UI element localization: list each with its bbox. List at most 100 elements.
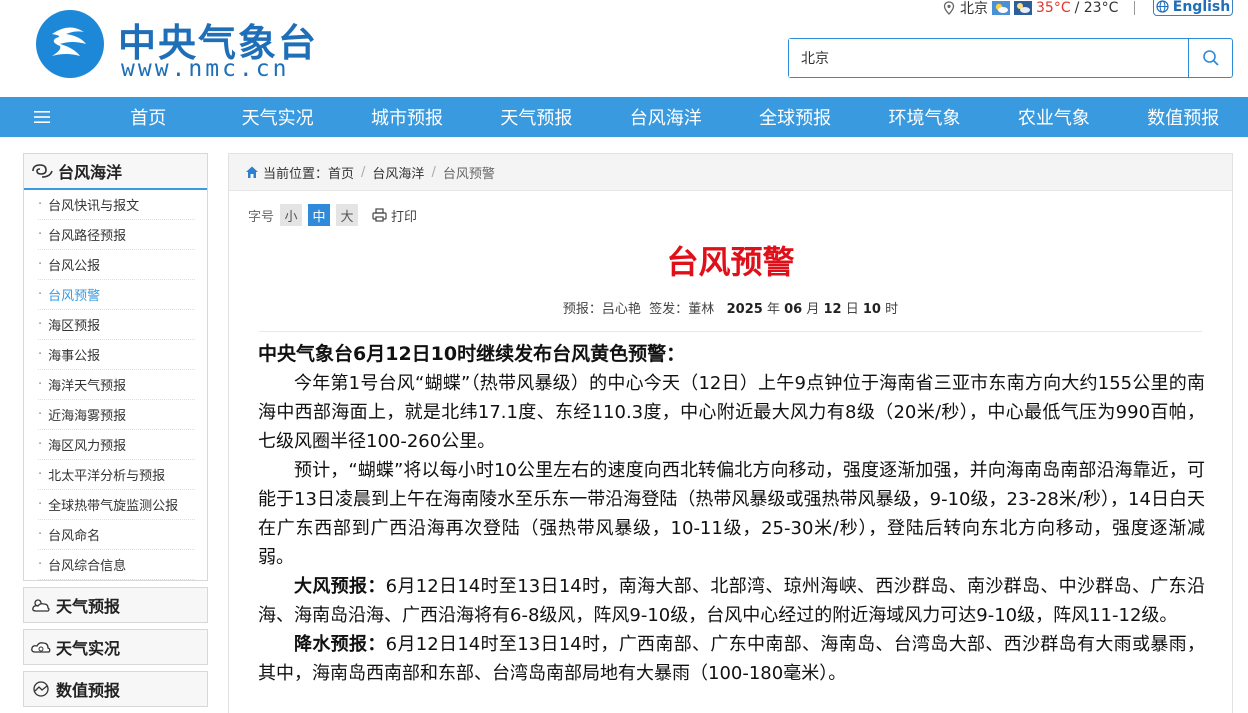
sidebar-section-typhoon: 台风海洋 台风快讯与报文 台风路径预报 台风公报 台风预警 海区预报 海事公报 … <box>23 153 208 581</box>
nav-weather-forecast[interactable]: 天气预报 <box>472 104 601 130</box>
sidebar-item-maritime-bulletin[interactable]: 海事公报 <box>38 340 195 370</box>
article-title: 台风预警 <box>666 243 795 281</box>
weather-summary: 北京 35°C / 23°C <box>942 0 1147 18</box>
sidebar-item-typhoon-info[interactable]: 台风综合信息 <box>38 550 195 580</box>
nav-typhoon-ocean[interactable]: 台风海洋 <box>601 104 730 130</box>
breadcrumb-current: 台风预警 <box>442 166 495 182</box>
cloud-refresh-icon <box>31 642 51 653</box>
wind-forecast-paragraph: 大风预报：6月12日14时至13日14时，南海大部、北部湾、琼州海峡、西沙群岛、… <box>258 572 1205 630</box>
nav-home[interactable]: 首页 <box>84 104 213 130</box>
typhoon-icon <box>32 164 53 178</box>
divider <box>259 331 1202 332</box>
issuer-name: 董林 <box>688 302 715 317</box>
breadcrumb-section[interactable]: 台风海洋 <box>372 163 424 182</box>
forecaster-name: 吕心艳 <box>601 302 641 317</box>
chart-icon <box>33 681 49 697</box>
sidebar-item-typhoon-warning[interactable]: 台风预警 <box>38 280 195 310</box>
unit-day: 日 <box>845 302 859 317</box>
wind-forecast-text: 6月12日14时至13日14时，南海大部、北部湾、琼州海峡、西沙群岛、南沙群岛、… <box>258 576 1206 626</box>
city-name[interactable]: 北京 <box>960 0 988 18</box>
divider <box>1134 1 1136 15</box>
sidebar-item-global-cyclone[interactable]: 全球热带气旋监测公报 <box>38 490 195 520</box>
search-icon <box>1202 50 1219 66</box>
article-headline: 中央气象台6月12日10时继续发布台风黄色预警： <box>258 343 686 365</box>
rain-forecast-label: 降水预报： <box>294 634 386 655</box>
globe-icon <box>1156 0 1169 13</box>
print-label: 打印 <box>391 209 418 225</box>
issue-year: 2025 <box>726 302 763 317</box>
cloudy-night-icon <box>1014 1 1032 15</box>
home-icon <box>246 166 258 178</box>
issue-day: 12 <box>823 302 842 317</box>
sidebar-section-header[interactable]: 台风海洋 <box>24 154 207 190</box>
breadcrumb-prefix: 当前位置： <box>263 166 329 182</box>
forecaster-label: 预报： <box>562 302 602 317</box>
breadcrumb-separator: / <box>361 164 366 180</box>
temp-high: 35°C <box>1036 0 1071 16</box>
article-meta: 预报：吕心艳 签发：董林 2025 年 06 月 12 日 10 时 <box>229 298 1232 317</box>
sidebar: 台风海洋 台风快讯与报文 台风路径预报 台风公报 台风预警 海区预报 海事公报 … <box>23 153 208 707</box>
wind-forecast-label: 大风预报： <box>294 576 386 597</box>
breadcrumb: 当前位置： 首页 / 台风海洋 / 台风预警 <box>229 154 1232 191</box>
main-nav: 首页 天气实况 城市预报 天气预报 台风海洋 全球预报 环境气象 农业气象 数值… <box>0 97 1248 137</box>
article-paragraph: 今年第1号台风“蝴蝶”（热带风暴级）的中心今天（12日）上午9点钟位于海南省三亚… <box>258 373 1205 452</box>
sidebar-category-weather-forecast[interactable]: 天气预报 <box>23 587 208 623</box>
article-body: 中央气象台6月12日10时继续发布台风黄色预警： 今年第1号台风“蝴蝶”（热带风… <box>258 339 1205 688</box>
menu-button[interactable] <box>0 110 84 124</box>
unit-month: 月 <box>806 302 820 317</box>
unit-year: 年 <box>766 302 780 317</box>
breadcrumb-separator: / <box>431 164 436 180</box>
rain-forecast-text: 6月12日14时至13日14时，广西南部、广东中南部、海南岛、台湾岛大部、西沙群… <box>258 634 1206 684</box>
sidebar-category-label: 数值预报 <box>56 681 121 700</box>
nav-observations[interactable]: 天气实况 <box>213 104 342 130</box>
sidebar-category-label: 天气预报 <box>56 597 121 616</box>
english-label: English <box>1172 0 1231 15</box>
site-header: 中央气象台 www.nmc.cn 北京 35°C / 23°C English <box>0 0 1248 97</box>
location-pin-icon <box>943 1 955 15</box>
font-medium-button[interactable]: 中 <box>308 204 331 226</box>
sidebar-category-numerical[interactable]: 数值预报 <box>23 671 208 707</box>
hamburger-icon <box>33 111 50 123</box>
printer-icon <box>372 208 387 222</box>
sidebar-section-title: 台风海洋 <box>58 163 123 182</box>
sidebar-item-sea-fog[interactable]: 近海海雾预报 <box>38 400 195 430</box>
font-large-button[interactable]: 大 <box>336 204 359 226</box>
sidebar-category-observations[interactable]: 天气实况 <box>23 629 208 665</box>
issue-hour: 10 <box>862 302 881 317</box>
rain-forecast-paragraph: 降水预报：6月12日14时至13日14时，广西南部、广东中南部、海南岛、台湾岛大… <box>258 630 1205 688</box>
font-small-button[interactable]: 小 <box>280 204 303 226</box>
nav-agriculture[interactable]: 农业气象 <box>989 104 1118 130</box>
sidebar-item-typhoon-bulletin[interactable]: 台风公报 <box>38 250 195 280</box>
temp-low: / 23°C <box>1074 0 1119 16</box>
search-input[interactable] <box>789 39 1188 77</box>
partly-cloudy-icon <box>992 1 1010 15</box>
site-url: www.nmc.cn <box>121 56 290 82</box>
issuer-label: 签发： <box>649 302 689 317</box>
nav-global-forecast[interactable]: 全球预报 <box>730 104 859 130</box>
sidebar-category-label: 天气实况 <box>56 639 121 658</box>
nav-environment[interactable]: 环境气象 <box>860 104 989 130</box>
issue-month: 06 <box>784 302 803 317</box>
sidebar-item-typhoon-news[interactable]: 台风快讯与报文 <box>38 190 195 220</box>
english-button[interactable]: English <box>1153 0 1233 16</box>
sidebar-item-sea-area-forecast[interactable]: 海区预报 <box>38 310 195 340</box>
nav-numerical[interactable]: 数值预报 <box>1119 104 1248 130</box>
sidebar-item-track-forecast[interactable]: 台风路径预报 <box>38 220 195 250</box>
unit-hour: 时 <box>885 302 899 317</box>
sidebar-item-sea-wind[interactable]: 海区风力预报 <box>38 430 195 460</box>
nav-city-forecast[interactable]: 城市预报 <box>342 104 471 130</box>
sidebar-item-ocean-weather[interactable]: 海洋天气预报 <box>38 370 195 400</box>
article-toolbar: 字号 小 中 大 打印 <box>248 204 417 226</box>
search-button[interactable] <box>1188 39 1232 77</box>
nmc-logo-icon[interactable] <box>36 10 104 78</box>
cloud-sun-icon <box>32 599 50 612</box>
article-paragraph: 预计，“蝴蝶”将以每小时10公里左右的速度向西北转偏北方向移动，强度逐渐加强，并… <box>258 460 1205 568</box>
sidebar-item-typhoon-naming[interactable]: 台风命名 <box>38 520 195 550</box>
breadcrumb-home[interactable]: 首页 <box>328 163 354 182</box>
main-content: 当前位置： 首页 / 台风海洋 / 台风预警 字号 小 中 大 打印 台风预警 … <box>228 153 1233 713</box>
sidebar-item-north-pacific[interactable]: 北太平洋分析与预报 <box>38 460 195 490</box>
font-size-label: 字号 <box>248 209 275 225</box>
search-box <box>788 38 1233 78</box>
sidebar-list: 台风快讯与报文 台风路径预报 台风公报 台风预警 海区预报 海事公报 海洋天气预… <box>24 190 207 580</box>
print-button[interactable]: 打印 <box>372 206 417 225</box>
